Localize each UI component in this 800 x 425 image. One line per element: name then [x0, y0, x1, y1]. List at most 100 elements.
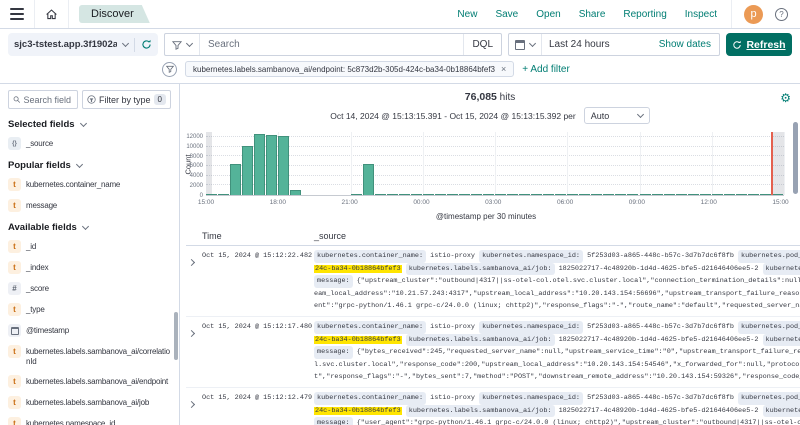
histogram-bar[interactable] [399, 194, 410, 195]
interval-select[interactable]: Auto [584, 107, 650, 124]
filter-pill[interactable]: kubernetes.labels.sambanova_ai/endpoint:… [185, 61, 514, 77]
section-toggle-available-fields[interactable]: Available fields [8, 222, 171, 233]
breadcrumb[interactable]: Discover [79, 5, 150, 23]
section-toggle-selected-fields[interactable]: Selected fields [8, 119, 171, 130]
field-item[interactable]: @timestamp [8, 324, 171, 337]
histogram-bar[interactable] [736, 194, 747, 195]
histogram-bar[interactable] [724, 194, 735, 195]
histogram-bar[interactable] [254, 134, 265, 195]
field-item[interactable]: tmessage [8, 199, 171, 212]
field-badge[interactable]: kubernetes.namespace_id: [479, 250, 583, 263]
field-item[interactable]: tkubernetes.labels.sambanova_ai/endpoint [8, 375, 171, 388]
field-badge[interactable]: kubernetes.container_name: [314, 321, 426, 334]
histogram-bar[interactable] [603, 194, 614, 195]
expand-row-button[interactable] [186, 392, 202, 425]
histogram-bar[interactable] [290, 190, 301, 195]
histogram-bar[interactable] [471, 194, 482, 195]
remove-filter-icon[interactable]: × [501, 64, 506, 74]
expand-row-button[interactable] [186, 321, 202, 384]
calendar-menu[interactable] [509, 34, 542, 55]
field-badge[interactable]: kubernetes.pod_name: [738, 392, 800, 405]
histogram-bar[interactable] [363, 164, 374, 195]
help-icon[interactable]: ? [775, 8, 788, 21]
histogram-bar[interactable] [664, 194, 675, 195]
histogram-bar[interactable] [483, 194, 494, 195]
field-item[interactable]: tkubernetes.labels.sambanova_ai/job [8, 396, 171, 409]
histogram-bar[interactable] [423, 194, 434, 195]
histogram-bar[interactable] [459, 194, 470, 195]
field-badge[interactable]: kubernetes.labels.sambanova_ai/job: [406, 263, 555, 276]
expand-row-button[interactable] [186, 250, 202, 313]
field-badge[interactable]: kubernetes.container_name: [314, 250, 426, 263]
field-item[interactable]: #_score [8, 282, 171, 295]
reload-index-button[interactable] [141, 39, 152, 50]
field-badge[interactable]: kubernetes.labels.sambanova_ [763, 263, 800, 276]
field-search-input[interactable] [23, 95, 73, 105]
filter-by-type-button[interactable]: Filter by type 0 [82, 90, 171, 109]
nav-new[interactable]: New [457, 9, 477, 20]
index-pattern-select[interactable]: sjc3-tstest.app.3f1902ac... [8, 33, 158, 56]
field-item[interactable]: tkubernetes.namespace_id [8, 417, 171, 425]
field-badge[interactable]: kubernetes.labels.sambanova_ai/job: [406, 334, 555, 347]
nav-share[interactable]: Share [579, 9, 606, 20]
field-badge[interactable]: kubernetes.labels.sambanova_ai/job: [406, 405, 555, 418]
histogram-bar[interactable] [447, 194, 458, 195]
histogram-bar[interactable] [242, 146, 253, 195]
filter-options-button[interactable] [162, 62, 177, 77]
home-button[interactable] [35, 0, 69, 28]
histogram-bar[interactable] [712, 194, 723, 195]
histogram-bar[interactable] [652, 194, 663, 195]
gear-icon[interactable]: ⚙ [780, 92, 791, 104]
field-item[interactable]: tkubernetes.container_name [8, 178, 171, 191]
histogram-bar[interactable] [218, 194, 229, 195]
field-badge[interactable]: message: [314, 417, 353, 425]
section-toggle-popular-fields[interactable]: Popular fields [8, 160, 171, 171]
histogram-bar[interactable] [351, 194, 362, 195]
main-scrollbar[interactable] [793, 122, 798, 194]
field-item[interactable]: tkubernetes.labels.sambanova_ai/correlat… [8, 345, 171, 367]
field-badge[interactable]: kubernetes.labels.sambanova_ [763, 405, 800, 418]
histogram-bar[interactable] [700, 194, 711, 195]
sidebar-scrollbar[interactable] [174, 312, 178, 360]
query-language-button[interactable]: DQL [463, 34, 501, 55]
histogram-bar[interactable] [543, 194, 554, 195]
histogram-bar[interactable] [627, 194, 638, 195]
nav-inspect[interactable]: Inspect [685, 9, 717, 20]
refresh-button[interactable]: Refresh [726, 33, 792, 56]
histogram-bar[interactable] [579, 194, 590, 195]
field-badge[interactable]: kubernetes.pod_name: [738, 250, 800, 263]
histogram-bar[interactable] [266, 135, 277, 195]
nav-reporting[interactable]: Reporting [623, 9, 666, 20]
field-item[interactable]: t_index [8, 261, 171, 274]
avatar[interactable]: p [744, 5, 763, 24]
time-range-value[interactable]: Last 24 hours [542, 39, 659, 50]
search-input[interactable] [200, 39, 463, 50]
histogram-bar[interactable] [411, 194, 422, 195]
histogram-bar[interactable] [760, 194, 771, 195]
nav-save[interactable]: Save [495, 9, 518, 20]
histogram-bar[interactable] [567, 194, 578, 195]
histogram-bar[interactable] [748, 194, 759, 195]
histogram-bar[interactable] [435, 194, 446, 195]
histogram-bar[interactable] [688, 194, 699, 195]
field-badge[interactable]: message: [314, 346, 353, 359]
histogram-bar[interactable] [278, 136, 289, 195]
field-item[interactable]: t_id [8, 240, 171, 253]
histogram-bar[interactable] [519, 194, 530, 195]
histogram-bar[interactable] [495, 194, 506, 195]
histogram-bar[interactable] [375, 194, 386, 195]
add-filter-button[interactable]: + Add filter [522, 64, 570, 75]
field-badge[interactable]: kubernetes.namespace_id: [479, 392, 583, 405]
histogram-bar[interactable] [531, 194, 542, 195]
histogram-bar[interactable] [615, 194, 626, 195]
field-item[interactable]: {}_source [8, 137, 171, 150]
field-item[interactable]: t_type [8, 303, 171, 316]
histogram-bar[interactable] [640, 194, 651, 195]
show-dates-button[interactable]: Show dates [659, 39, 719, 50]
field-badge[interactable]: kubernetes.labels.sambanova_ [763, 334, 800, 347]
field-badge[interactable]: message: [314, 275, 353, 288]
histogram-bar[interactable] [555, 194, 566, 195]
histogram-bar[interactable] [206, 194, 217, 195]
histogram-bar[interactable] [230, 164, 241, 195]
histogram-bar[interactable] [676, 194, 687, 195]
